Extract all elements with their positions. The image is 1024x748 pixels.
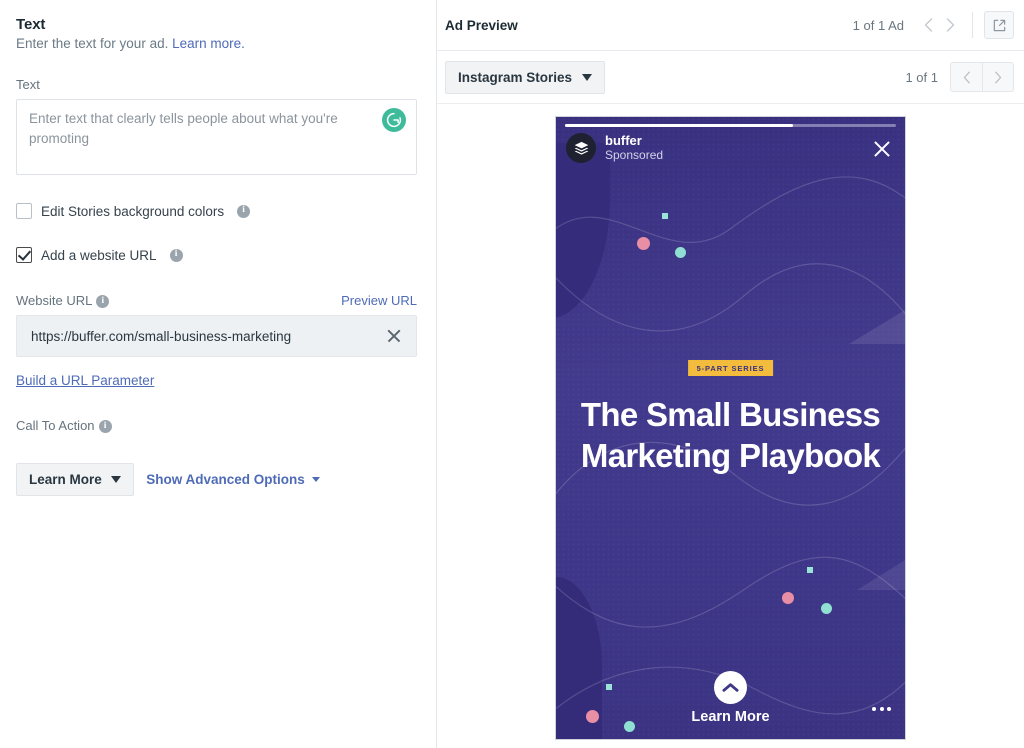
- ad-text-placeholder: Enter text that clearly tells people abo…: [29, 111, 338, 146]
- chevron-down-icon: [582, 73, 593, 81]
- build-url-parameter-link[interactable]: Build a URL Parameter: [16, 373, 416, 388]
- story-progress-bar[interactable]: [565, 124, 896, 127]
- story-account-text: buffer Sponsored: [605, 133, 663, 163]
- previous-ad-button[interactable]: [917, 14, 939, 36]
- preview-url-link[interactable]: Preview URL: [341, 293, 417, 308]
- story-progress-fill: [565, 124, 794, 127]
- ad-preview-header: Ad Preview 1 of 1 Ad: [437, 0, 1024, 51]
- website-url-label-text: Website URL: [16, 293, 93, 308]
- account-name: buffer: [605, 133, 642, 148]
- next-preview-button[interactable]: [982, 63, 1013, 91]
- placement-value: Instagram Stories: [458, 69, 573, 85]
- clear-url-icon[interactable]: [384, 326, 404, 346]
- decor-square: [662, 213, 668, 219]
- edit-stories-background-checkbox[interactable]: [16, 203, 32, 219]
- chevron-down-icon: [311, 477, 320, 483]
- show-advanced-options-button[interactable]: Show Advanced Options: [146, 472, 320, 487]
- ad-headline-line-2: Marketing Playbook: [580, 437, 881, 474]
- decor-wave-2: [556, 263, 905, 332]
- instagram-story-ad: buffer Sponsored 5-PART SERIES The Small…: [555, 116, 906, 740]
- info-icon[interactable]: i: [237, 204, 251, 218]
- story-cta[interactable]: Learn More: [556, 671, 905, 725]
- close-icon[interactable]: [872, 139, 892, 159]
- website-url-value: https://buffer.com/small-business-market…: [31, 328, 292, 344]
- decor-square: [807, 567, 813, 573]
- page-count-label: 1 of 1: [905, 69, 938, 85]
- story-preview-area: buffer Sponsored 5-PART SERIES The Small…: [437, 104, 1024, 748]
- ad-headline: The Small Business Marketing Playbook: [556, 394, 905, 476]
- info-icon[interactable]: i: [96, 295, 110, 309]
- edit-stories-background-label: Edit Stories background colors: [41, 203, 225, 219]
- call-to-action-value: Learn More: [29, 472, 102, 488]
- ad-preview-toolbar: Instagram Stories 1 of 1: [437, 51, 1024, 104]
- series-badge: 5-PART SERIES: [687, 360, 774, 376]
- story-top-bar: buffer Sponsored: [556, 117, 905, 175]
- buffer-layers-logo-icon: [566, 133, 596, 163]
- learn-more-link[interactable]: Learn more.: [172, 36, 245, 51]
- info-icon[interactable]: i: [98, 420, 112, 434]
- preview-pager: [950, 62, 1014, 92]
- chevron-up-icon[interactable]: [714, 671, 747, 704]
- decor-circle: [675, 247, 686, 258]
- show-advanced-options-label: Show Advanced Options: [146, 472, 305, 488]
- ad-text-input[interactable]: Enter text that clearly tells people abo…: [16, 99, 417, 175]
- text-field-label: Text: [16, 77, 40, 92]
- previous-preview-button[interactable]: [951, 63, 982, 91]
- ad-headline-line-1: The Small Business: [580, 396, 881, 433]
- website-url-label-row: Website URL i Preview URL: [16, 293, 417, 309]
- info-icon[interactable]: i: [169, 248, 183, 262]
- call-to-action-label-text: Call To Action: [16, 418, 95, 434]
- add-website-url-label: Add a website URL: [41, 247, 157, 263]
- edit-stories-background-row[interactable]: Edit Stories background colors i: [16, 203, 416, 219]
- page-title: Text: [16, 16, 46, 33]
- decor-circle: [637, 237, 650, 250]
- placement-select[interactable]: Instagram Stories: [445, 60, 606, 94]
- add-website-url-row[interactable]: Add a website URL i: [16, 247, 416, 263]
- ad-preview-title: Ad Preview: [445, 17, 518, 33]
- website-url-field[interactable]: https://buffer.com/small-business-market…: [16, 315, 417, 358]
- ad-text-settings-panel: Text Enter the text for your ad. Learn m…: [0, 0, 437, 748]
- call-to-action-select[interactable]: Learn More: [16, 463, 134, 497]
- add-website-url-checkbox[interactable]: [16, 247, 32, 263]
- chevron-down-icon: [110, 476, 121, 484]
- ads-manager-screen: Text Enter the text for your ad. Learn m…: [0, 0, 1024, 748]
- next-ad-button[interactable]: [939, 14, 961, 36]
- ad-count-label: 1 of 1 Ad: [852, 17, 904, 33]
- website-url-label: Website URL i: [16, 293, 110, 309]
- more-options-icon[interactable]: [872, 707, 891, 711]
- section-subtitle-text: Enter the text for your ad.: [16, 36, 169, 51]
- external-link-icon[interactable]: [984, 11, 1014, 39]
- divider: [972, 12, 973, 38]
- section-subtitle: Enter the text for your ad. Learn more.: [16, 36, 416, 51]
- ad-preview-panel: Ad Preview 1 of 1 Ad Instagram Stories 1…: [437, 0, 1024, 748]
- grammarly-g-icon[interactable]: [382, 108, 406, 132]
- decor-circle: [821, 603, 832, 614]
- call-to-action-label: Call To Action i: [16, 418, 416, 434]
- sponsored-label: Sponsored: [605, 148, 664, 162]
- decor-circle: [782, 592, 794, 604]
- story-cta-label: Learn More: [691, 709, 770, 725]
- story-account[interactable]: buffer Sponsored: [566, 133, 663, 163]
